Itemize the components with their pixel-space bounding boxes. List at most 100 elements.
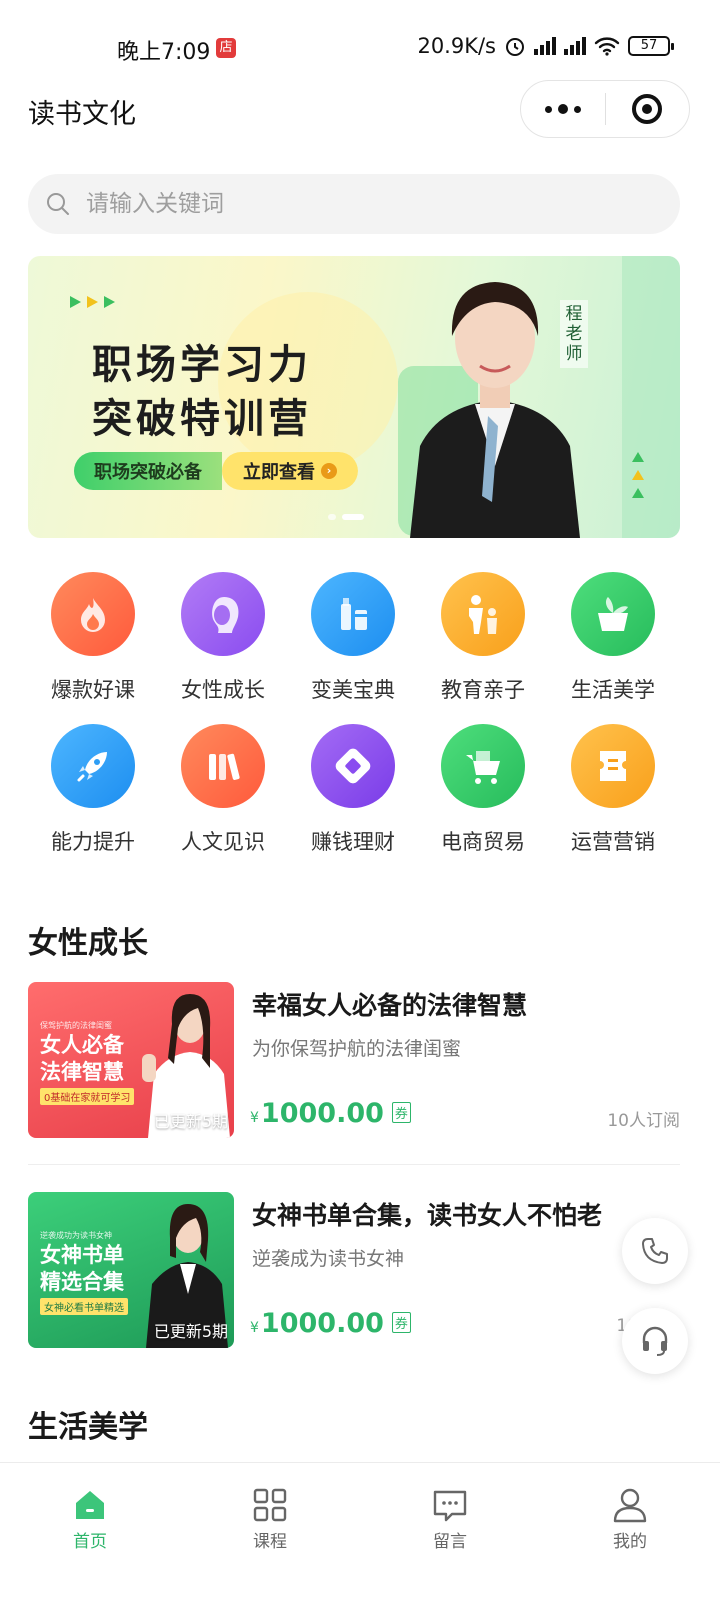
course-card[interactable]: 保驾护航的法律闺蜜 女人必备 法律智慧 0基础在家就可学习 已更新5期 幸福女人… bbox=[28, 982, 680, 1138]
course-price: ¥ 1000.00 券 bbox=[250, 1098, 411, 1129]
category-item[interactable]: 生活美学 bbox=[548, 572, 678, 704]
thumbnail-caption: 保驾护航的法律闺蜜 bbox=[40, 1021, 112, 1030]
banner-title-line: 突破特训营 bbox=[92, 396, 312, 442]
arrows-decoration-icon bbox=[70, 296, 115, 308]
section-title: 女性成长 bbox=[28, 926, 148, 961]
phone-call-button[interactable] bbox=[622, 1218, 688, 1284]
course-subtitle: 为你保驾护航的法律闺蜜 bbox=[252, 1038, 462, 1060]
banner-cta-button[interactable]: 立即查看 › bbox=[222, 452, 358, 490]
category-label: 运营营销 bbox=[571, 830, 655, 854]
tab-messages[interactable]: 留言 bbox=[360, 1463, 540, 1600]
banner-cta-tagline: 职场突破必备 bbox=[74, 452, 222, 490]
carousel-dot bbox=[328, 514, 336, 520]
category-item[interactable]: 爆款好课 bbox=[28, 572, 158, 704]
miniprogram-capsule bbox=[520, 80, 690, 138]
rocket-icon bbox=[51, 724, 135, 808]
currency-symbol: ¥ bbox=[250, 1320, 259, 1336]
thumbnail-title-line: 法律智慧 bbox=[40, 1060, 124, 1084]
price-value: 1000.00 bbox=[260, 1098, 384, 1129]
category-item[interactable]: 教育亲子 bbox=[418, 572, 548, 704]
headset-icon bbox=[642, 1326, 668, 1356]
diamond-coin-icon bbox=[311, 724, 395, 808]
category-item[interactable]: 人文见识 bbox=[158, 724, 288, 856]
bottom-tab-bar: 首页 课程 留言 我的 bbox=[0, 1462, 720, 1600]
ticket-icon bbox=[571, 724, 655, 808]
course-price: ¥ 1000.00 券 bbox=[250, 1308, 411, 1339]
promo-banner[interactable]: 职场学习力 突破特训营 职场突破必备 立即查看 › 程老师 bbox=[28, 256, 680, 538]
divider bbox=[28, 1164, 680, 1165]
banner-decoration bbox=[622, 256, 680, 538]
banner-title-line: 职场学习力 bbox=[92, 342, 312, 388]
phone-icon bbox=[642, 1238, 668, 1264]
carousel-dot-active bbox=[342, 514, 364, 520]
dot-icon bbox=[573, 105, 581, 113]
price-value: 1000.00 bbox=[260, 1308, 384, 1339]
category-label: 女性成长 bbox=[181, 678, 265, 702]
course-thumbnail: 保驾护航的法律闺蜜 女人必备 法律智慧 0基础在家就可学习 已更新5期 bbox=[28, 982, 234, 1138]
carousel-indicator bbox=[328, 514, 364, 520]
tab-courses[interactable]: 课程 bbox=[180, 1463, 360, 1600]
category-label: 生活美学 bbox=[571, 678, 655, 702]
category-item[interactable]: 电商贸易 bbox=[418, 724, 548, 856]
category-label: 变美宝典 bbox=[311, 678, 395, 702]
tab-label: 我的 bbox=[613, 1532, 647, 1552]
thumbnail-tag: 女神必看书单精选 bbox=[40, 1298, 128, 1315]
thumbnail-title-line: 女神书单 bbox=[40, 1243, 124, 1267]
coupon-badge: 券 bbox=[391, 1102, 411, 1123]
banner-cta[interactable]: 职场突破必备 立即查看 › bbox=[74, 452, 358, 490]
search-input[interactable] bbox=[86, 191, 626, 217]
alarm-icon bbox=[506, 38, 524, 56]
chevron-right-icon: › bbox=[321, 463, 337, 479]
course-title: 幸福女人必备的法律智慧 bbox=[252, 991, 528, 1020]
category-item[interactable]: 女性成长 bbox=[158, 572, 288, 704]
category-label: 人文见识 bbox=[181, 830, 265, 854]
shopping-cart-icon bbox=[441, 724, 525, 808]
category-label: 赚钱理财 bbox=[311, 830, 395, 854]
customer-service-button[interactable] bbox=[622, 1308, 688, 1374]
teacher-name: 程老师 bbox=[560, 300, 588, 368]
books-icon bbox=[181, 724, 265, 808]
currency-symbol: ¥ bbox=[250, 1110, 259, 1126]
banner-title: 职场学习力 突破特训营 bbox=[92, 338, 312, 446]
thumbnail-title-line: 女人必备 bbox=[40, 1033, 124, 1057]
course-thumbnail: 逆袭成功为读书女神 女神书单 精选合集 女神必看书单精选 已更新5期 bbox=[28, 1192, 234, 1348]
category-grid: 爆款好课 女性成长 变美宝典 教育亲子 生活美学 能力提升 人文见识 赚钱理财 … bbox=[28, 572, 680, 856]
section-title: 生活美学 bbox=[28, 1410, 148, 1445]
category-label: 电商贸易 bbox=[441, 830, 525, 854]
user-icon bbox=[613, 1488, 647, 1523]
tab-home[interactable]: 首页 bbox=[0, 1463, 180, 1600]
category-item[interactable]: 运营营销 bbox=[548, 724, 678, 856]
thumbnail-title-line: 精选合集 bbox=[40, 1270, 124, 1294]
target-circle-icon bbox=[632, 94, 663, 124]
grid-icon bbox=[253, 1488, 287, 1522]
signal-icon bbox=[534, 37, 556, 55]
banner-cta-label: 立即查看 bbox=[243, 462, 315, 483]
category-label: 教育亲子 bbox=[441, 678, 525, 702]
plant-pot-icon bbox=[571, 572, 655, 656]
more-options-button[interactable] bbox=[521, 80, 605, 138]
triangles-decoration-icon bbox=[632, 452, 644, 498]
message-icon bbox=[433, 1490, 467, 1522]
woman-icon bbox=[181, 572, 265, 656]
thumbnail-tag: 0基础在家就可学习 bbox=[40, 1088, 135, 1105]
category-item[interactable]: 变美宝典 bbox=[288, 572, 418, 704]
shop-badge-icon: 店 bbox=[216, 38, 236, 58]
parent-child-icon bbox=[441, 572, 525, 656]
update-count: 已更新5期 bbox=[153, 1322, 228, 1341]
dot-icon bbox=[557, 104, 568, 114]
tab-label: 首页 bbox=[73, 1532, 107, 1552]
close-miniprogram-button[interactable] bbox=[606, 80, 690, 138]
search-bar[interactable] bbox=[28, 174, 680, 234]
thumbnail-caption: 逆袭成功为读书女神 bbox=[40, 1231, 112, 1240]
category-item[interactable]: 能力提升 bbox=[28, 724, 158, 856]
tab-profile[interactable]: 我的 bbox=[540, 1463, 720, 1600]
wifi-icon bbox=[594, 37, 620, 56]
flame-icon bbox=[51, 572, 135, 656]
course-card[interactable]: 逆袭成功为读书女神 女神书单 精选合集 女神必看书单精选 已更新5期 女神书单合… bbox=[28, 1192, 680, 1348]
course-title: 女神书单合集，读书女人不怕老 bbox=[252, 1201, 603, 1230]
home-icon bbox=[76, 1491, 104, 1519]
search-icon bbox=[47, 193, 69, 215]
dot-icon bbox=[544, 105, 552, 113]
category-item[interactable]: 赚钱理财 bbox=[288, 724, 418, 856]
category-label: 爆款好课 bbox=[51, 678, 135, 702]
